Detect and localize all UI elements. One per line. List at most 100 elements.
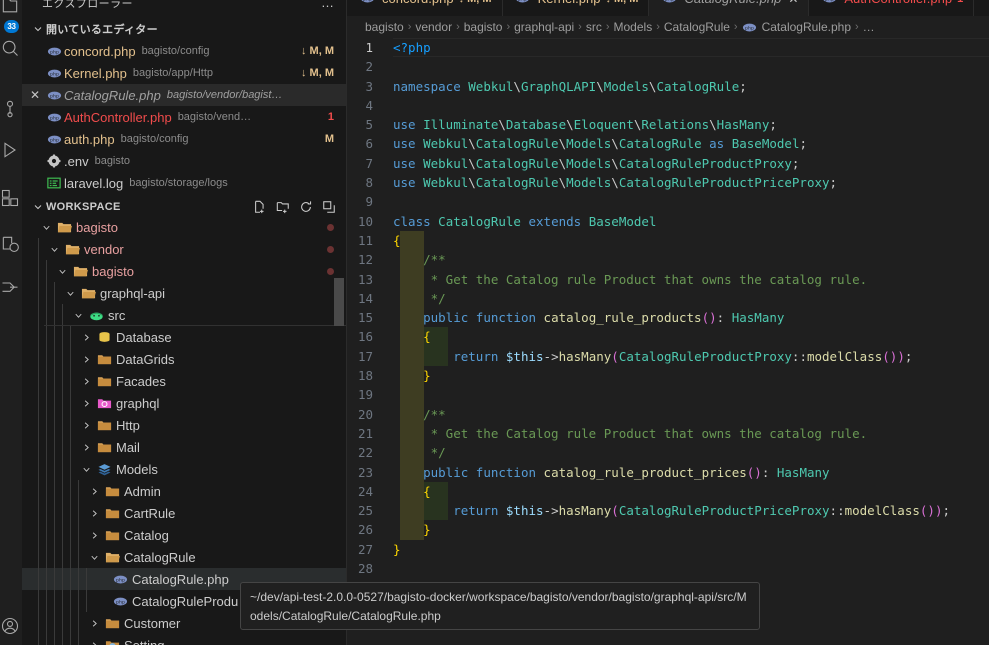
breadcrumb-item[interactable]: graphql-api (514, 20, 574, 34)
tree-item[interactable]: Catalog (22, 524, 346, 546)
editor-tab[interactable]: php Kernel.php ↓ M, M (503, 0, 650, 16)
tree-indent-guide (62, 634, 63, 645)
tree-indent-guide (54, 524, 55, 546)
workspace-file-tree: bagisto vendor bagisto graphql-api src Databa… (22, 216, 346, 645)
code-editor[interactable]: 1 <?php 2 3 namespace Webkul\GraphQLAPI\Mode… (347, 38, 989, 645)
activity-testing-icon[interactable] (0, 224, 22, 264)
gear-icon (44, 154, 64, 168)
editor-tab[interactable]: php CatalogRule.php ✕ (649, 0, 810, 16)
chevron-right-icon[interactable] (86, 486, 102, 497)
tree-indent-guide (46, 414, 47, 436)
code-line: 10 class CatalogRule extends BaseModel (347, 212, 989, 231)
new-file-icon[interactable] (251, 198, 269, 216)
code-line-text: return $this->hasMany(CatalogRuleProduct… (453, 503, 950, 519)
tree-item[interactable]: graphql-api (22, 282, 346, 304)
breadcrumb-item[interactable]: src (586, 20, 602, 34)
open-editor-item[interactable]: php Kernel.php bagisto/app/Http ↓ M, M (22, 62, 346, 84)
chevron-down-icon[interactable] (78, 464, 94, 475)
code-line-text: { (423, 483, 431, 499)
breadcrumb-separator: › (855, 21, 859, 33)
chevron-down-icon[interactable] (46, 244, 62, 255)
chevron-right-icon[interactable] (78, 442, 94, 453)
tree-indent-guide (54, 392, 55, 414)
tree-item[interactable]: Facades (22, 370, 346, 392)
tree-item-label: CatalogRule.php (132, 571, 229, 587)
tree-item[interactable]: graphql (22, 392, 346, 414)
activity-search-icon[interactable] (0, 28, 22, 68)
folder-open-icon (62, 242, 82, 257)
tab-close-icon[interactable]: ✕ (788, 0, 798, 6)
activity-extensions-icon[interactable] (0, 178, 22, 218)
breadcrumb-separator: › (506, 21, 511, 33)
tree-item[interactable]: Models (22, 458, 346, 480)
tree-item[interactable]: Admin (22, 480, 346, 502)
code-line-text: /** (393, 406, 446, 422)
open-editor-item[interactable]: php auth.php bagisto/config M (22, 128, 346, 150)
activity-source-control-icon[interactable] (0, 88, 22, 128)
tree-item[interactable]: Mail (22, 436, 346, 458)
tree-item[interactable]: bagisto (22, 216, 346, 238)
open-editor-path: bagisto/vend… (177, 111, 252, 123)
chevron-down-icon[interactable] (38, 222, 54, 233)
workspace-section-header[interactable]: WORKSPACE (22, 196, 346, 218)
collapse-all-icon[interactable] (320, 198, 338, 216)
tree-item[interactable]: vendor (22, 238, 346, 260)
open-editor-item[interactable]: php concord.php bagisto/config ↓ M, M (22, 40, 346, 62)
sidebar-more-actions-icon[interactable]: … (321, 0, 334, 9)
tree-item-label: vendor (84, 241, 124, 257)
breadcrumb-item[interactable]: bagisto (365, 20, 404, 34)
chevron-right-icon[interactable] (86, 508, 102, 519)
breadcrumb-item[interactable]: bagisto (464, 20, 503, 34)
breadcrumb-item[interactable]: CatalogRule (664, 20, 730, 34)
close-icon[interactable]: ✕ (26, 88, 44, 102)
activity-run-debug-icon[interactable] (0, 130, 22, 170)
tree-indent-guide (38, 282, 39, 304)
chevron-down-icon[interactable] (54, 266, 70, 277)
breadcrumb-item[interactable]: php CatalogRule.php (742, 20, 851, 35)
chevron-down-icon[interactable] (70, 310, 86, 321)
breadcrumb-item[interactable]: … (863, 20, 875, 34)
code-line: 24 { (347, 481, 989, 502)
activity-accounts-icon[interactable] (0, 606, 22, 645)
tree-item[interactable]: Http (22, 414, 346, 436)
open-editor-item[interactable]: ✕ php CatalogRule.php bagisto/vendor/bagist… (22, 84, 346, 106)
open-editor-item[interactable]: php AuthController.php bagisto/vend… 1 (22, 106, 346, 128)
breadcrumb-item[interactable]: vendor (415, 20, 452, 34)
tree-item-label: Customer (124, 615, 181, 631)
tree-item[interactable]: bagisto (22, 260, 346, 282)
breadcrumb-item[interactable]: Models (614, 20, 653, 34)
tree-item[interactable]: Database (22, 326, 346, 348)
tree-indent-guide (54, 326, 55, 348)
editor-tab[interactable]: php concord.php ↓ M, M (347, 0, 503, 16)
open-editor-filename: AuthController.php (64, 109, 172, 125)
chevron-right-icon[interactable] (78, 354, 94, 365)
new-folder-icon[interactable] (274, 198, 292, 216)
open-editors-header[interactable]: 開いているエディター (22, 18, 346, 40)
open-editor-item[interactable]: .env bagisto (22, 150, 346, 172)
chevron-right-icon[interactable] (78, 420, 94, 431)
chevron-right-icon[interactable] (78, 332, 94, 343)
tree-item[interactable]: DataGrids (22, 348, 346, 370)
code-line: 27} (347, 540, 989, 559)
chevron-right-icon[interactable] (86, 640, 102, 645)
chevron-right-icon[interactable] (86, 618, 102, 629)
chevron-down-icon[interactable] (86, 552, 102, 563)
chevron-down-icon[interactable] (62, 288, 78, 299)
open-editor-item[interactable]: laravel.log bagisto/storage/logs (22, 172, 346, 194)
refresh-icon[interactable] (297, 198, 315, 216)
editor-tab[interactable]: php AuthController.php 1 (809, 0, 975, 16)
tree-item[interactable]: CartRule (22, 502, 346, 524)
tree-item[interactable]: src (22, 304, 346, 326)
chevron-right-icon[interactable] (86, 530, 102, 541)
tree-indent-guide (38, 480, 39, 502)
chevron-right-icon[interactable] (78, 376, 94, 387)
activity-remote-explorer-icon[interactable] (0, 268, 22, 308)
chevron-right-icon[interactable] (78, 398, 94, 409)
breadcrumb-separator: › (456, 21, 460, 33)
tree-item[interactable]: Setting (22, 634, 346, 645)
tree-item-label: Admin (124, 483, 161, 499)
tree-item[interactable]: CatalogRule (22, 546, 346, 568)
folder-open-icon (70, 264, 90, 279)
code-line-text: use Illuminate\Database\Eloquent\Relatio… (393, 117, 777, 133)
tree-scrollbar[interactable] (334, 278, 344, 326)
